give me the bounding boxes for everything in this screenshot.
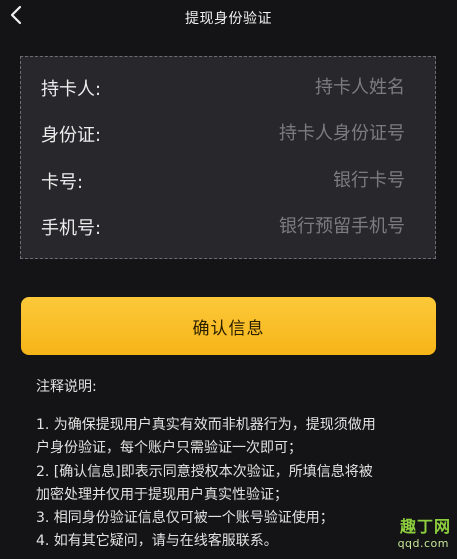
- notes-section: 注释说明: 1. 为确保提现用户真实有效而非机器行为，提现须做用 户身份验证，每…: [36, 377, 428, 554]
- notes-line: 3. 相同身份验证信息仅可被一个账号验证使用；: [36, 510, 334, 527]
- identity-form: 持卡人: 身份证: 卡号: 手机号:: [20, 56, 436, 259]
- page-title: 提现身份验证: [185, 11, 272, 27]
- card-number-label: 卡号:: [41, 172, 84, 193]
- notes-line: 2. [确认信息]即表示同意授权本次验证，所填信息将被: [36, 463, 373, 480]
- notes-line: 4. 如有其它疑问，请与在线客服联系。: [36, 533, 278, 550]
- cardholder-label: 持卡人:: [41, 79, 102, 100]
- notes-line: 户身份验证，每个账户只需验证一次即可；: [36, 440, 302, 457]
- id-card-input[interactable]: [165, 119, 405, 147]
- watermark-text: 趣丁网: [399, 517, 451, 536]
- site-watermark: 趣丁网 qqd.com: [389, 509, 455, 559]
- notes-list: 1. 为确保提现用户真实有效而非机器行为，提现须做用 户身份验证，每个账户只需验…: [36, 414, 428, 554]
- cardholder-name-input[interactable]: [165, 73, 405, 101]
- card-number-row: 卡号:: [21, 162, 435, 196]
- phone-input[interactable]: [165, 212, 405, 240]
- notes-line: 加密处理并仅用于提现用户真实性验证；: [36, 486, 288, 503]
- watermark-sub: qqd.com: [397, 537, 449, 550]
- cardholder-row: 持卡人:: [21, 69, 435, 103]
- notes-title: 注释说明:: [36, 379, 97, 395]
- card-number-input[interactable]: [165, 166, 405, 194]
- confirm-info-button[interactable]: 确认信息: [21, 297, 436, 355]
- phone-row: 手机号:: [21, 208, 435, 242]
- phone-label: 手机号:: [41, 218, 102, 239]
- notes-line: 1. 为确保提现用户真实有效而非机器行为，提现须做用: [36, 417, 376, 433]
- id-card-row: 身份证:: [21, 115, 435, 149]
- id-card-label: 身份证:: [41, 125, 102, 146]
- nav-bar: 提现身份验证: [0, 0, 457, 34]
